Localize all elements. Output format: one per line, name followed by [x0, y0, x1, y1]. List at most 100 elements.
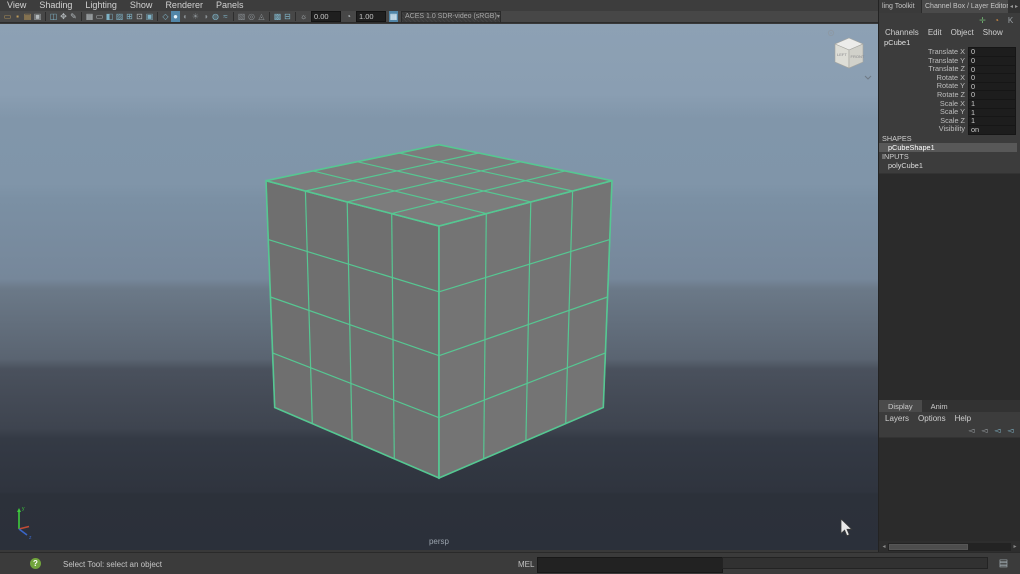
scrollbar-track[interactable]: [888, 542, 1011, 551]
status-bar: ? Select Tool: select an object MEL ▤: [0, 552, 1020, 574]
toolbar-separator: [45, 12, 46, 21]
tab-scroll-right-icon[interactable]: ▸: [1015, 3, 1018, 10]
tab-scroll-left-icon[interactable]: ◂: [1010, 3, 1013, 10]
x-axis: [18, 525, 30, 530]
horizontal-scrollbar: ◂ ▸: [879, 541, 1020, 552]
gamma-field[interactable]: [356, 11, 386, 22]
panel-menu-view[interactable]: View: [7, 0, 26, 11]
2d-pan-zoom-icon[interactable]: ✥: [59, 11, 68, 22]
multisample-aa-icon[interactable]: ▧: [237, 11, 246, 22]
depth-of-field-icon[interactable]: ◎: [247, 11, 256, 22]
chevron-down-icon: ▾: [496, 14, 500, 20]
toolbar-separator: [295, 12, 296, 21]
tab-modeling-toolkit[interactable]: ling Toolkit: [879, 0, 922, 13]
gamma-icon[interactable]: ◔: [344, 11, 353, 22]
script-editor-icon[interactable]: ▤: [997, 557, 1010, 570]
channel-menu-edit[interactable]: Edit: [928, 28, 942, 37]
bookmarks-icon[interactable]: ▣: [33, 11, 42, 22]
channel-row-visibility: Visibility on: [879, 125, 1020, 135]
camera-attributes-icon[interactable]: ▤: [23, 11, 32, 22]
layer-tab-display[interactable]: Display: [879, 400, 922, 412]
panel-menu-lighting[interactable]: Lighting: [85, 0, 117, 11]
isolate-select-icon[interactable]: ◬: [257, 11, 266, 22]
layer-menu-help[interactable]: Help: [955, 414, 971, 423]
use-all-lights-icon[interactable]: ☀: [191, 11, 200, 22]
layer-editor-buttons: ◅ ◅ ◅ ◅: [879, 424, 1020, 437]
shape-node-pcubeshape1[interactable]: pCubeShape1: [879, 142, 1017, 152]
channel-menu-object[interactable]: Object: [951, 28, 974, 37]
exposure-field[interactable]: [311, 11, 341, 22]
grid-icon[interactable]: ▦: [85, 11, 94, 22]
channel-menu-show[interactable]: Show: [983, 28, 1003, 37]
z-axis: [18, 528, 28, 536]
viewcube-left-label: LEFT: [837, 52, 847, 57]
panel-menu-show[interactable]: Show: [130, 0, 153, 11]
layer-menu-options[interactable]: Options: [918, 414, 946, 423]
field-chart-icon[interactable]: ⊞: [125, 11, 134, 22]
scrollbar-right-arrow-icon[interactable]: ▸: [1011, 543, 1019, 550]
xray-joints-icon[interactable]: ⊟: [283, 11, 292, 22]
channel-attributes: Translate X 0 Translate Y 0 Translate Z 0 Rota…: [879, 47, 1020, 135]
toolbar-separator: [157, 12, 158, 21]
pcube-object[interactable]: [0, 24, 878, 550]
wireframe-icon[interactable]: ◇: [161, 11, 170, 22]
axis-gizmo: y z: [17, 506, 32, 540]
toolbar-separator: [269, 12, 270, 21]
textured-icon[interactable]: ◐: [181, 11, 190, 22]
panel-menu-renderer[interactable]: Renderer: [165, 0, 203, 11]
maya-window: View Shading Lighting Show Renderer Panels ▭ ▪…: [0, 0, 1020, 574]
toolbar-separator: [81, 12, 82, 21]
shadows-icon[interactable]: ◑: [201, 11, 210, 22]
lock-camera-icon[interactable]: ▪: [13, 11, 22, 22]
input-node-polycube1[interactable]: polyCube1: [879, 161, 1020, 170]
scrollbar-thumb[interactable]: [889, 543, 968, 550]
grease-pencil-icon[interactable]: ✎: [69, 11, 78, 22]
channel-menu-channels[interactable]: Channels: [885, 28, 919, 37]
gate-mask-icon[interactable]: ▨: [115, 11, 124, 22]
resolution-gate-icon[interactable]: ◧: [105, 11, 114, 22]
create-empty-layer-icon[interactable]: ◅: [1006, 425, 1015, 436]
viewcube-menu-chevron-icon[interactable]: [864, 75, 872, 80]
mel-label[interactable]: MEL: [518, 560, 534, 569]
colorspace-value: ACES 1.0 SDR-video (sRGB): [405, 13, 497, 20]
scrollbar-left-arrow-icon[interactable]: ◂: [880, 543, 888, 550]
panel-menu-panels[interactable]: Panels: [216, 0, 244, 11]
mel-command-input[interactable]: [537, 557, 723, 573]
layer-menu-layers[interactable]: Layers: [885, 414, 909, 423]
motion-blur-icon[interactable]: ≈: [221, 11, 230, 22]
channel-box-empty-area: [879, 172, 1020, 400]
layer-list-empty-area: [879, 437, 1020, 541]
panel-menu-shading[interactable]: Shading: [39, 0, 72, 11]
safe-title-icon[interactable]: ▣: [145, 11, 154, 22]
tab-channel-box-layer-editor[interactable]: Channel Box / Layer Editor: [922, 0, 1008, 13]
hyperbolic-slider-icon[interactable]: K: [1006, 14, 1015, 25]
colorspace-toggle-icon[interactable]: ▦: [389, 11, 398, 22]
exposure-icon[interactable]: ☼: [299, 11, 308, 22]
status-help-text: Select Tool: select an object: [63, 560, 163, 569]
safe-action-icon[interactable]: ⊡: [135, 11, 144, 22]
shapes-header: SHAPES: [882, 133, 912, 143]
select-camera-icon[interactable]: ▭: [3, 11, 12, 22]
layer-editor: Display Anim Layers Options Help ◅ ◅ ◅ ◅ ◂ ▸: [879, 400, 1020, 552]
help-icon[interactable]: ?: [30, 558, 41, 569]
colorspace-dropdown[interactable]: ACES 1.0 SDR-video (sRGB) ▾: [401, 10, 501, 23]
slider-speed-icon[interactable]: ◔: [992, 14, 1001, 25]
create-layer-from-selected-icon[interactable]: ◅: [993, 425, 1002, 436]
screen-space-ao-icon[interactable]: ◍: [211, 11, 220, 22]
image-plane-icon[interactable]: ◫: [49, 11, 58, 22]
camera-name-label: persp: [428, 537, 449, 546]
perspective-viewport[interactable]: LEFT FRONT y z persp: [0, 24, 878, 550]
film-gate-icon[interactable]: ▭: [95, 11, 104, 22]
mel-result-field[interactable]: [722, 557, 988, 569]
mouse-cursor: [840, 519, 853, 537]
channel-label-visibility[interactable]: Visibility: [879, 125, 968, 134]
viewcube[interactable]: LEFT FRONT: [824, 26, 872, 82]
hide-layers-icon[interactable]: ◅: [967, 425, 976, 436]
pin-channel-icon[interactable]: ✛: [978, 14, 987, 25]
viewcube-front-label: FRONT: [851, 54, 865, 59]
xray-icon[interactable]: ▩: [273, 11, 282, 22]
layer-tab-anim[interactable]: Anim: [922, 400, 957, 412]
show-layers-icon[interactable]: ◅: [980, 425, 989, 436]
shaded-icon[interactable]: ●: [171, 11, 180, 22]
channel-box-menubar: Channels Edit Object Show: [879, 26, 1020, 38]
